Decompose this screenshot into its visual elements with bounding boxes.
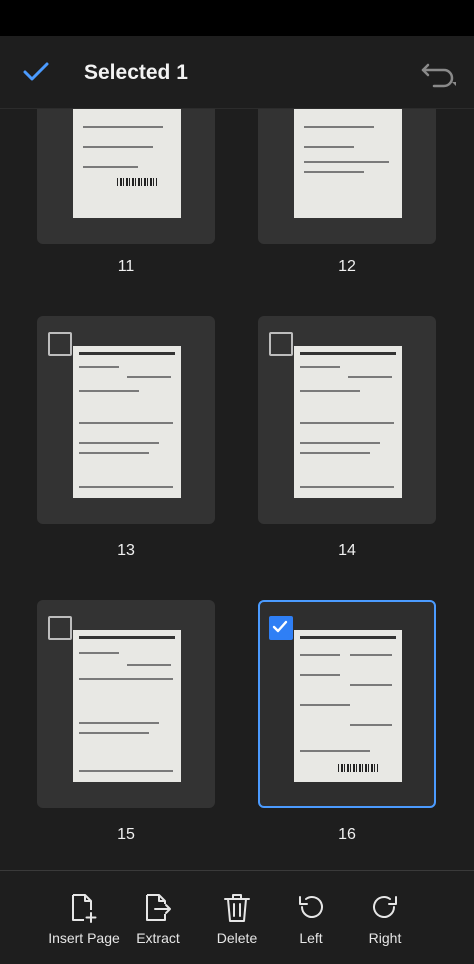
top-bar: Selected 1: [0, 36, 474, 109]
insert-page-icon: [72, 894, 97, 923]
page-thumbnail: [294, 108, 402, 218]
status-bar: [0, 0, 474, 36]
page-tile-11[interactable]: [37, 108, 215, 244]
undo-icon[interactable]: [420, 58, 460, 88]
page-tile-15[interactable]: [37, 600, 215, 808]
page-number: 11: [117, 258, 135, 275]
page-thumbnail: [294, 630, 402, 782]
page-thumbnail: [73, 346, 181, 498]
extract-icon: [146, 894, 171, 921]
extract-label: Extract: [136, 930, 180, 946]
checkmark-icon: [272, 620, 288, 633]
page-tile-12[interactable]: [258, 108, 436, 244]
page-thumbnail: [73, 630, 181, 782]
checkmark-done-icon[interactable]: [22, 60, 50, 84]
bottom-toolbar: Insert Page Extract Delete Left Right: [0, 870, 474, 964]
page-thumbnail: [294, 346, 402, 498]
page-number: 16: [338, 826, 356, 843]
page-checkbox[interactable]: [269, 332, 293, 356]
page-grid: 11 12 13 14 15 16: [0, 108, 474, 870]
page-thumbnail: [73, 108, 181, 218]
page-number: 14: [338, 542, 356, 559]
page-checkbox[interactable]: [48, 616, 72, 640]
page-tile-16[interactable]: [258, 600, 436, 808]
extract-button[interactable]: Extract: [113, 871, 203, 964]
page-tile-13[interactable]: [37, 316, 215, 524]
trash-icon: [224, 894, 250, 922]
page-title: Selected 1: [84, 61, 188, 84]
rotate-right-label: Right: [368, 930, 402, 946]
page-tile-14[interactable]: [258, 316, 436, 524]
page-number: 13: [117, 542, 135, 559]
page-checkbox-checked[interactable]: [269, 616, 293, 640]
rotate-left-icon: [299, 896, 323, 918]
rotate-right-button[interactable]: Right: [340, 871, 430, 964]
page-checkbox[interactable]: [48, 332, 72, 356]
rotate-right-icon: [373, 896, 397, 918]
page-number: 15: [117, 826, 135, 843]
page-number: 12: [338, 258, 356, 275]
